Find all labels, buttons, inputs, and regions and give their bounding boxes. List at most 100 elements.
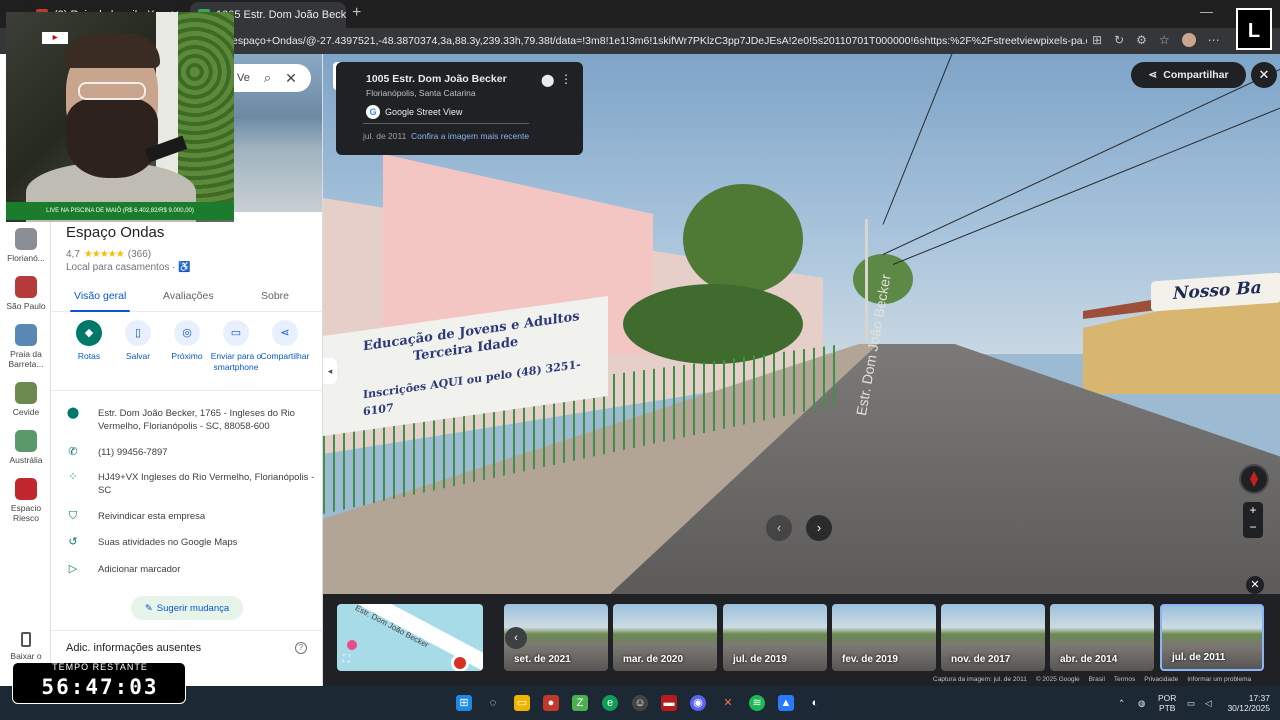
rail-item[interactable]: São Paulo bbox=[2, 276, 50, 311]
mic-icon[interactable]: ◍ bbox=[1138, 698, 1145, 708]
app-icon[interactable]: Z bbox=[572, 695, 588, 711]
close-strip-icon[interactable]: ✕ bbox=[1246, 576, 1264, 594]
map-pin-icon[interactable]: ⬤ bbox=[541, 73, 554, 87]
pluscode-row[interactable]: ⁘ HJ49+VX Ingleses do Rio Vermelho, Flor… bbox=[66, 471, 316, 497]
language-indicator[interactable]: POR PTB bbox=[1158, 693, 1176, 713]
clear-search-icon[interactable]: ✕ bbox=[285, 70, 297, 87]
youtube-logo-icon: ▶ bbox=[42, 32, 68, 44]
place-rating-row[interactable]: 4,7 ★★★★★ (366) bbox=[66, 249, 151, 260]
task-view-icon[interactable]: ◌ bbox=[485, 695, 501, 711]
terms-link[interactable]: Termos bbox=[1114, 676, 1135, 683]
compass-icon[interactable] bbox=[1239, 464, 1269, 494]
app-icon[interactable]: ▬ bbox=[661, 695, 677, 711]
start-icon[interactable]: ⊞ bbox=[456, 695, 472, 711]
street-view-panorama[interactable]: Nosso Ba Educação de Jovens e Adultos Te… bbox=[323, 54, 1280, 594]
new-tab-icon[interactable]: + bbox=[352, 4, 361, 22]
zoom-out-icon[interactable]: − bbox=[1243, 519, 1263, 536]
close-street-view-icon[interactable]: ✕ bbox=[1251, 62, 1277, 88]
tab-about[interactable]: Sobre bbox=[261, 290, 289, 302]
action-label: Rotas bbox=[77, 351, 101, 361]
search-box[interactable]: Ve ⌕ ✕ bbox=[233, 64, 311, 92]
bookmark-icon[interactable]: ☆ bbox=[1159, 33, 1170, 47]
shield-check-icon: ⛉ bbox=[68, 510, 78, 522]
tray-chevron-icon[interactable]: ⌃ bbox=[1118, 698, 1125, 708]
send-to-phone-button[interactable]: ▭ Enviar para o smartphone bbox=[208, 320, 264, 372]
spotify-icon[interactable]: ≋ bbox=[749, 695, 765, 711]
help-icon[interactable]: ? bbox=[295, 642, 307, 654]
place-thumbnail bbox=[15, 478, 37, 500]
refresh-icon[interactable]: ↻ bbox=[1114, 33, 1124, 47]
clock[interactable]: 17:37 30/12/2025 bbox=[1224, 693, 1270, 713]
history-thumbnail[interactable]: jul. de 2019 bbox=[723, 604, 827, 671]
rail-item[interactable]: Espacio Riesco bbox=[2, 478, 50, 523]
fullscreen-icon[interactable]: ⛶ bbox=[343, 654, 350, 665]
url-field[interactable]: espaço+Ondas/@-27.4397521,-48.3870374,3a… bbox=[232, 31, 1087, 51]
menu-icon[interactable]: ⋯ bbox=[1208, 33, 1220, 47]
address-row[interactable]: ⬤ Estr. Dom João Becker, 1765 - Ingleses… bbox=[66, 407, 316, 433]
zoom-in-icon[interactable]: + bbox=[1243, 502, 1263, 519]
activity-row[interactable]: ↺ Suas atividades no Google Maps bbox=[66, 536, 316, 549]
app-icon[interactable]: ☺ bbox=[632, 695, 648, 711]
mini-map[interactable]: Estr. Dom João Becker ⛶ bbox=[337, 604, 483, 671]
report-link[interactable]: Informar um problema bbox=[1187, 676, 1251, 683]
zoom-control[interactable]: + − bbox=[1243, 502, 1263, 538]
history-thumbnail[interactable]: fev. de 2019 bbox=[832, 604, 936, 671]
place-thumbnail bbox=[15, 430, 37, 452]
palm-tree bbox=[683, 184, 803, 294]
photos-icon[interactable]: ▲ bbox=[778, 695, 794, 711]
app-icon[interactable]: ● bbox=[543, 695, 559, 711]
thumbnail-date: mar. de 2020 bbox=[623, 654, 684, 665]
search-icon[interactable]: ⌕ bbox=[264, 70, 271, 86]
phone-row[interactable]: ✆ (11) 99456-7897 bbox=[66, 446, 316, 459]
nearby-button[interactable]: ◎ Próximo bbox=[159, 320, 215, 362]
download-app-item[interactable]: Baixar o bbox=[2, 632, 50, 661]
rail-item[interactable]: Austrália bbox=[2, 430, 50, 465]
rail-item[interactable]: Cevide bbox=[2, 382, 50, 417]
translate-icon[interactable]: ⊞ bbox=[1092, 33, 1102, 47]
share-button[interactable]: ⋖ Compartilhar bbox=[257, 320, 313, 362]
search-input[interactable]: Ve bbox=[237, 72, 250, 84]
phone-text: (11) 99456-7897 bbox=[98, 447, 168, 458]
place-tabs: Visão geral Avaliações Sobre bbox=[51, 284, 322, 312]
add-label-row[interactable]: ▷ Adicionar marcador bbox=[66, 563, 316, 576]
collapse-panel-icon[interactable]: ◂ bbox=[323, 358, 337, 384]
history-thumbnail[interactable]: mar. de 2020 bbox=[613, 604, 717, 671]
hedge bbox=[623, 284, 803, 364]
place-title: Espaço Ondas bbox=[66, 224, 165, 241]
directions-button[interactable]: ◆ Rotas bbox=[61, 320, 117, 362]
toolbar-icons: ⊞ ↻ ⚙ ☆ ⋯ bbox=[1092, 33, 1220, 47]
tab-overview[interactable]: Visão geral bbox=[69, 290, 131, 312]
share-sv-button[interactable]: ⋖ Compartilhar bbox=[1131, 62, 1246, 88]
volume-icon[interactable]: ◁ bbox=[1205, 698, 1212, 708]
scroll-left-icon[interactable]: ‹ bbox=[505, 627, 527, 649]
history-thumbnail[interactable]: abr. de 2014 bbox=[1050, 604, 1154, 671]
save-button[interactable]: ▯ Salvar bbox=[110, 320, 166, 362]
network-icon[interactable]: ▭ bbox=[1187, 698, 1195, 708]
region-link[interactable]: Brasil bbox=[1089, 676, 1105, 683]
profile-avatar[interactable] bbox=[1181, 33, 1196, 47]
tab-reviews[interactable]: Avaliações bbox=[163, 290, 214, 302]
file-explorer-icon[interactable]: ▭ bbox=[514, 695, 530, 711]
privacy-link[interactable]: Privacidade bbox=[1144, 676, 1178, 683]
move-forward-arrow-icon[interactable]: › bbox=[806, 515, 832, 541]
suggest-edit-button[interactable]: ✎ Sugerir mudança bbox=[131, 596, 243, 620]
latest-imagery-link[interactable]: Confira a imagem mais recente bbox=[411, 131, 529, 141]
review-count[interactable]: (366) bbox=[128, 249, 151, 260]
clock-time: 17:37 bbox=[1248, 693, 1270, 703]
extensions-icon[interactable]: ⚙ bbox=[1136, 33, 1147, 47]
claim-row[interactable]: ⛉ Reivindicar esta empresa bbox=[66, 510, 316, 523]
steam-icon[interactable]: ◐ bbox=[807, 695, 823, 711]
history-thumbnail-selected[interactable]: jul. de 2011 bbox=[1160, 604, 1264, 671]
current-position-icon bbox=[451, 654, 469, 671]
rail-item[interactable]: Florianó... bbox=[2, 228, 50, 263]
edge-icon[interactable]: e bbox=[602, 695, 618, 711]
app-icon[interactable]: ✕ bbox=[720, 695, 736, 711]
more-options-icon[interactable]: ⋮ bbox=[560, 72, 572, 86]
discord-icon[interactable]: ◉ bbox=[690, 695, 706, 711]
thumbnail-date: jul. de 2019 bbox=[733, 654, 787, 665]
move-back-arrow-icon[interactable]: ‹ bbox=[766, 515, 792, 541]
minimize-icon[interactable]: — bbox=[1200, 4, 1213, 19]
history-thumbnail[interactable]: nov. de 2017 bbox=[941, 604, 1045, 671]
rail-item[interactable]: Praia da Barreta... bbox=[2, 324, 50, 369]
keyboard-layout: PTB bbox=[1158, 703, 1176, 713]
